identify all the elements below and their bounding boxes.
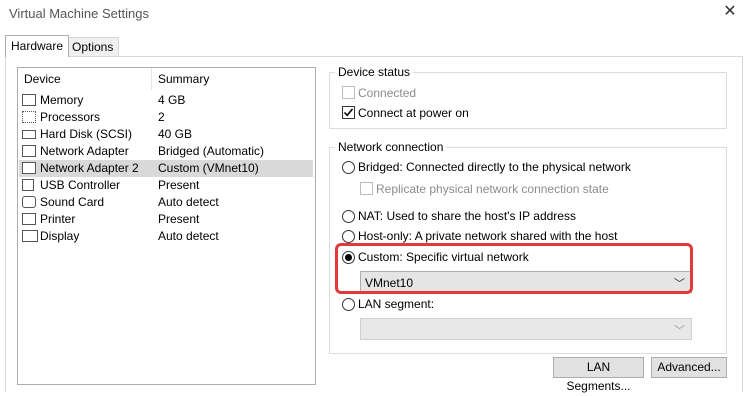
window-title: Virtual Machine Settings	[9, 6, 149, 21]
device-status-group	[329, 72, 727, 129]
bridged-radio[interactable]	[342, 161, 355, 174]
lan-segment-radio[interactable]	[342, 298, 355, 311]
device-name: Printer	[40, 212, 76, 226]
device-summary: 2	[158, 110, 165, 124]
device-summary: 4 GB	[158, 93, 186, 107]
display-icon	[22, 230, 38, 242]
processor-icon	[22, 111, 36, 123]
device-row-sound-card[interactable]: Sound Card Auto detect	[19, 194, 313, 211]
device-name: USB Controller	[40, 178, 121, 192]
host-only-label: Host-only: A private network shared with…	[358, 229, 618, 243]
device-row-memory[interactable]: Memory 4 GB	[19, 92, 313, 109]
lan-segment-select[interactable]: ﹀	[360, 318, 692, 340]
network-connection-legend: Network connection	[335, 140, 447, 154]
network-adapter-icon	[22, 162, 36, 174]
bridged-label: Bridged: Connected directly to the physi…	[358, 160, 631, 174]
device-summary: Present	[158, 178, 200, 192]
printer-icon	[22, 213, 36, 225]
nat-label: NAT: Used to share the host's IP address	[358, 209, 576, 223]
device-row-network-adapter-2[interactable]: Network Adapter 2 Custom (VMnet10)	[19, 160, 313, 177]
hard-disk-icon	[22, 130, 36, 139]
device-name: Network Adapter 2	[40, 161, 139, 175]
device-summary: Auto detect	[158, 195, 219, 209]
memory-icon	[22, 94, 36, 106]
connected-label: Connected	[358, 86, 417, 100]
close-icon[interactable]: ✕	[722, 3, 738, 21]
device-row-usb-controller[interactable]: USB Controller Present	[19, 177, 313, 194]
device-name: Hard Disk (SCSI)	[40, 127, 133, 141]
connect-at-power-on-label: Connect at power on	[358, 106, 469, 120]
device-row-display[interactable]: Display Auto detect	[19, 228, 313, 245]
replicate-label: Replicate physical network connection st…	[376, 182, 609, 196]
column-header-device[interactable]: Device	[24, 72, 61, 86]
connected-checkbox[interactable]	[342, 86, 355, 99]
device-row-hard-disk[interactable]: Hard Disk (SCSI) 40 GB	[19, 126, 313, 143]
column-header-summary[interactable]: Summary	[158, 72, 209, 86]
device-name: Sound Card	[40, 195, 105, 209]
network-adapter-icon	[22, 145, 36, 157]
connect-at-power-on-checkbox[interactable]	[342, 106, 355, 119]
device-summary: 40 GB	[158, 127, 193, 141]
device-name: Network Adapter	[40, 144, 129, 158]
replicate-checkbox[interactable]	[360, 182, 373, 195]
lan-segments-button[interactable]: LAN Segments...	[553, 357, 644, 393]
device-row-processors[interactable]: Processors 2	[19, 109, 313, 126]
device-summary: Bridged (Automatic)	[158, 144, 265, 158]
column-divider[interactable]	[151, 68, 152, 90]
lan-segment-label: LAN segment:	[358, 297, 435, 311]
tab-hardware[interactable]: Hardware	[5, 35, 70, 57]
device-summary: Custom (VMnet10)	[158, 161, 259, 175]
device-summary: Present	[158, 212, 200, 226]
nat-radio[interactable]	[342, 210, 355, 223]
tab-options[interactable]: Options	[66, 37, 120, 57]
device-status-legend: Device status	[335, 65, 414, 79]
highlight-annotation	[335, 243, 693, 294]
device-row-printer[interactable]: Printer Present	[19, 211, 313, 228]
checkmark-icon	[343, 108, 354, 117]
device-row-network-adapter[interactable]: Network Adapter Bridged (Automatic)	[19, 143, 313, 160]
host-only-radio[interactable]	[342, 230, 355, 243]
usb-icon	[22, 179, 34, 191]
device-name: Processors	[40, 110, 101, 124]
sound-card-icon	[22, 196, 36, 208]
advanced-button[interactable]: Advanced...	[651, 357, 727, 378]
chevron-down-icon: ﹀	[674, 325, 685, 337]
device-summary: Auto detect	[158, 229, 219, 243]
device-name: Display	[40, 229, 80, 243]
device-name: Memory	[40, 93, 84, 107]
